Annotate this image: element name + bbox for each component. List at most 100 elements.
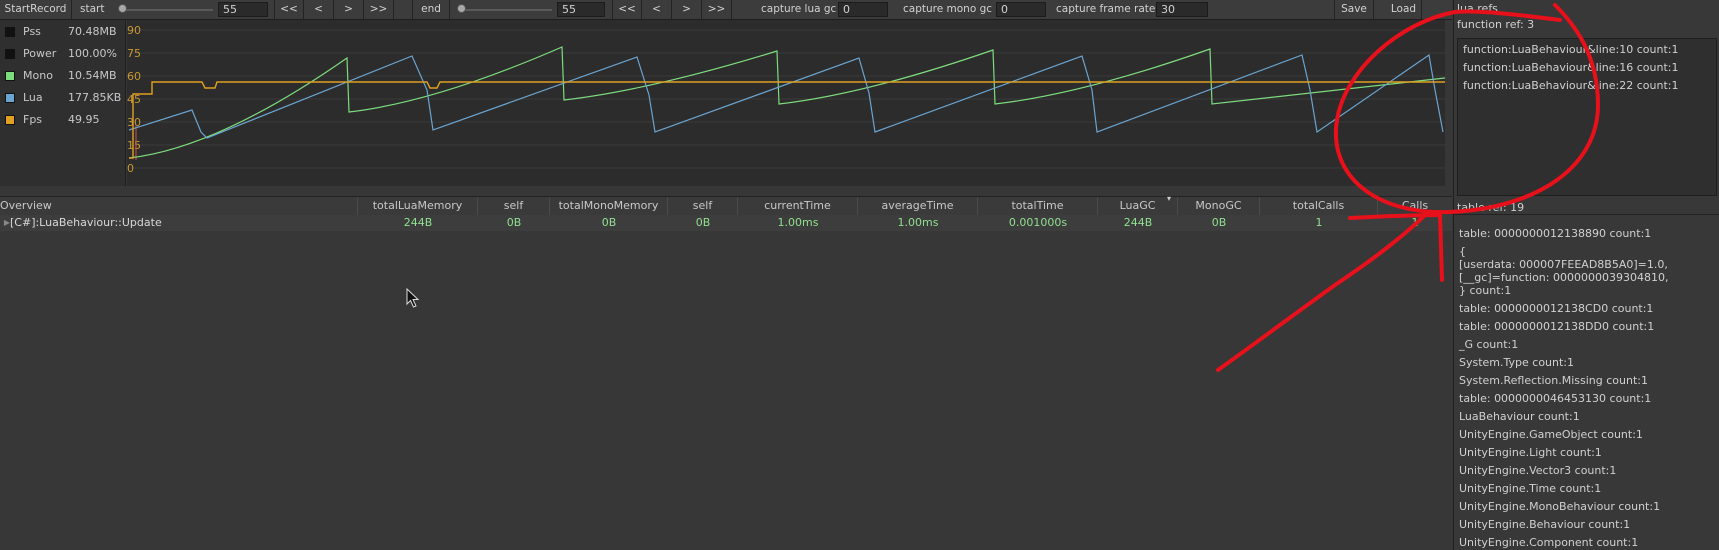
cell-lua-gc: 244B xyxy=(1123,216,1153,229)
table-ref-item[interactable]: table: 0000000012138DD0 count:1 xyxy=(1459,320,1654,333)
y-tick-label: 15 xyxy=(127,139,141,152)
power-color-swatch xyxy=(5,49,15,59)
column-total-mono-memory[interactable]: totalMonoMemory xyxy=(550,197,668,215)
end-first-button[interactable]: << xyxy=(612,0,642,19)
table-ref-item[interactable]: { [userdata: 000007FEEAD8B5A0]=1.0, [__g… xyxy=(1459,245,1668,297)
table-ref-item[interactable]: UnityEngine.GameObject count:1 xyxy=(1459,428,1643,441)
start-slider[interactable] xyxy=(121,9,213,11)
start-slider-knob[interactable] xyxy=(118,4,127,13)
load-button[interactable]: Load xyxy=(1386,0,1422,19)
column-self-mono[interactable]: self xyxy=(668,197,738,215)
y-tick-label: 45 xyxy=(127,93,141,106)
end-last-button[interactable]: >> xyxy=(702,0,732,19)
table-ref-title: table ref: 19 xyxy=(1454,201,1719,215)
capture-lua-gc-input[interactable] xyxy=(838,2,888,17)
profiler-chart[interactable]: 90 75 60 45 30 15 0 xyxy=(127,20,1446,186)
legend-value: 100.00% xyxy=(68,47,117,60)
start-prev-button[interactable]: < xyxy=(304,0,334,19)
column-lua-gc[interactable]: LuaGC xyxy=(1098,197,1178,215)
function-ref-item[interactable]: function:LuaBehaviour&line:10 count:1 xyxy=(1463,43,1678,56)
row-name: [C#]:LuaBehaviour::Update xyxy=(10,216,162,229)
column-average-time[interactable]: averageTime xyxy=(858,197,978,215)
column-total-calls[interactable]: totalCalls xyxy=(1260,197,1378,215)
table-ref-item[interactable]: UnityEngine.Vector3 count:1 xyxy=(1459,464,1616,477)
legend-item-pss[interactable]: Pss 70.48MB xyxy=(0,21,125,43)
function-ref-item[interactable]: function:LuaBehaviour&line:16 count:1 xyxy=(1463,61,1678,74)
end-label: end xyxy=(412,0,450,19)
fps-color-swatch xyxy=(5,115,15,125)
table-ref-item[interactable]: table: 0000000012138890 count:1 xyxy=(1459,227,1651,240)
capture-mono-gc-input[interactable] xyxy=(996,2,1046,17)
chart-legend: Pss 70.48MB Power 100.00% Mono 10.54MB L… xyxy=(0,20,126,186)
end-prev-button[interactable]: < xyxy=(642,0,672,19)
cell-self-mono: 0B xyxy=(695,216,711,229)
table-ref-item[interactable]: table: 0000000046453130 count:1 xyxy=(1459,392,1651,405)
table-ref-item[interactable]: _G count:1 xyxy=(1459,338,1518,351)
toolbar: StartRecord start << < > >> end << < > >… xyxy=(0,0,1452,20)
legend-item-fps[interactable]: Fps 49.95 xyxy=(0,109,125,131)
function-ref-list[interactable]: function:LuaBehaviour&line:10 count:1 fu… xyxy=(1457,38,1717,196)
mouse-cursor-icon xyxy=(406,288,420,308)
cell-average-time: 1.00ms xyxy=(897,216,939,229)
capture-lua-gc-label: capture lua gc xyxy=(761,3,837,15)
fps-series-line xyxy=(129,81,1445,159)
start-first-button[interactable]: << xyxy=(274,0,304,19)
legend-item-power[interactable]: Power 100.00% xyxy=(0,43,125,65)
table-ref-item[interactable]: LuaBehaviour count:1 xyxy=(1459,410,1580,423)
end-input[interactable] xyxy=(557,2,605,17)
legend-value: 49.95 xyxy=(68,113,100,126)
table-ref-item[interactable]: UnityEngine.Component count:1 xyxy=(1459,536,1638,549)
y-tick-label: 0 xyxy=(127,162,134,175)
column-current-time[interactable]: currentTime xyxy=(738,197,858,215)
table-ref-item[interactable]: UnityEngine.Behaviour count:1 xyxy=(1459,518,1630,531)
mono-color-swatch xyxy=(5,71,15,81)
cell-total-lua-memory: 244B xyxy=(403,216,433,229)
column-total-lua-memory[interactable]: totalLuaMemory xyxy=(358,197,478,215)
lua-series-line xyxy=(128,53,1444,139)
column-overview[interactable]: Overview xyxy=(0,197,358,215)
capture-frame-rate-label: capture frame rate xyxy=(1056,3,1156,15)
function-ref-title: function ref: 3 xyxy=(1457,18,1535,31)
table-ref-item[interactable]: UnityEngine.MonoBehaviour count:1 xyxy=(1459,500,1660,513)
save-button[interactable]: Save xyxy=(1334,0,1374,19)
start-input[interactable] xyxy=(218,2,268,17)
cell-calls: 1 xyxy=(1411,216,1419,229)
legend-item-lua[interactable]: Lua 177.85KB xyxy=(0,87,125,109)
legend-name: Pss xyxy=(23,25,41,38)
legend-name: Power xyxy=(23,47,57,60)
cell-total-time: 0.001000s xyxy=(1008,216,1068,229)
capture-mono-gc-label: capture mono gc xyxy=(903,3,993,15)
mono-series-line xyxy=(128,46,1446,159)
column-calls[interactable]: Calls xyxy=(1378,197,1452,215)
sort-indicator-icon: ▾ xyxy=(1167,194,1172,203)
table-row[interactable]: ▶ [C#]:LuaBehaviour::Update 244B 0B 0B 0… xyxy=(0,215,1452,231)
end-next-button[interactable]: > xyxy=(672,0,702,19)
lua-refs-panel: lua refs function ref: 3 function:LuaBeh… xyxy=(1453,0,1719,550)
start-record-button[interactable]: StartRecord xyxy=(0,0,72,19)
chart-svg: 9075604530150 xyxy=(127,24,1446,175)
legend-value: 10.54MB xyxy=(68,69,117,82)
start-next-button[interactable]: > xyxy=(334,0,364,19)
cell-total-calls: 1 xyxy=(1315,216,1323,229)
column-total-time[interactable]: totalTime xyxy=(978,197,1098,215)
table-ref-item[interactable]: UnityEngine.Light count:1 xyxy=(1459,446,1602,459)
column-self-lua[interactable]: self xyxy=(478,197,550,215)
capture-frame-rate-input[interactable] xyxy=(1156,2,1208,17)
cell-self-lua: 0B xyxy=(506,216,522,229)
legend-item-mono[interactable]: Mono 10.54MB xyxy=(0,65,125,87)
function-ref-item[interactable]: function:LuaBehaviour&line:22 count:1 xyxy=(1463,79,1678,92)
end-slider[interactable] xyxy=(462,9,552,11)
table-ref-item[interactable]: System.Type count:1 xyxy=(1459,356,1574,369)
start-last-button[interactable]: >> xyxy=(364,0,394,19)
lua-color-swatch xyxy=(5,93,15,103)
table-ref-item[interactable]: table: 0000000012138CD0 count:1 xyxy=(1459,302,1653,315)
end-slider-knob[interactable] xyxy=(457,4,466,13)
column-mono-gc[interactable]: MonoGC xyxy=(1178,197,1260,215)
table-ref-item[interactable]: UnityEngine.Time count:1 xyxy=(1459,482,1601,495)
pss-color-swatch xyxy=(5,27,15,37)
legend-name: Mono xyxy=(23,69,53,82)
cell-total-mono-memory: 0B xyxy=(601,216,617,229)
y-tick-label: 60 xyxy=(127,70,141,83)
annotation-arrow-shaft xyxy=(1216,213,1427,372)
table-ref-item[interactable]: System.Reflection.Missing count:1 xyxy=(1459,374,1648,387)
